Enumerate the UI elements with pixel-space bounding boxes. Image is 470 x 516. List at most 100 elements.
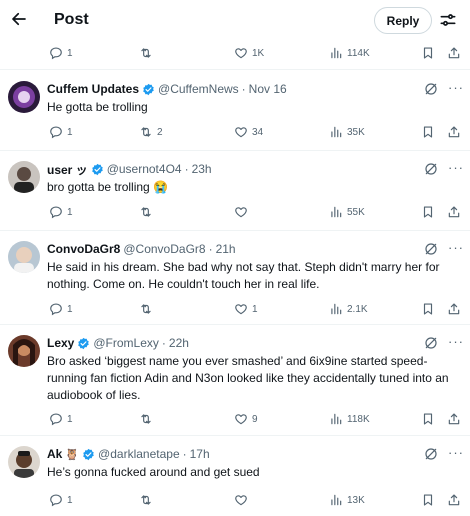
- bookmark-icon: [421, 205, 435, 219]
- views-icon: [329, 412, 343, 426]
- share-action[interactable]: [447, 411, 461, 427]
- author-name[interactable]: Lexy: [47, 336, 74, 350]
- bookmark-action[interactable]: [421, 492, 435, 508]
- reply-action[interactable]: 1: [49, 204, 73, 220]
- share-action[interactable]: [447, 492, 461, 508]
- post-time[interactable]: Nov 16: [249, 82, 287, 96]
- reply-action[interactable]: 1: [49, 45, 73, 61]
- bookmark-icon: [421, 302, 435, 316]
- like-action[interactable]: 1: [234, 301, 258, 317]
- retweet-action[interactable]: [139, 45, 157, 61]
- reply-post[interactable]: ConvoDaGr8 @ConvoDaGr8 · 21h ··· He said…: [0, 231, 470, 325]
- reply-button[interactable]: Reply: [374, 7, 432, 34]
- views-action[interactable]: 35K: [329, 124, 365, 140]
- reply-action[interactable]: 1: [49, 411, 73, 427]
- retweet-action[interactable]: [139, 301, 157, 317]
- separator-dot: ·: [161, 336, 166, 350]
- author-handle[interactable]: @CuffemNews: [158, 82, 239, 96]
- verified-badge-icon: [77, 337, 90, 350]
- grok-icon[interactable]: [423, 81, 439, 97]
- like-action[interactable]: [234, 492, 252, 508]
- bookmark-icon: [421, 46, 435, 60]
- reply-action[interactable]: 1: [49, 301, 73, 317]
- more-options-icon[interactable]: ···: [448, 335, 464, 351]
- post-time[interactable]: 22h: [169, 336, 189, 350]
- author-handle[interactable]: @ConvoDaGr8: [123, 242, 205, 256]
- separator-dot: ·: [182, 447, 187, 461]
- more-options-icon[interactable]: ···: [448, 81, 464, 97]
- grok-icon[interactable]: [423, 446, 439, 462]
- retweet-icon: [139, 46, 153, 60]
- bookmark-icon: [421, 125, 435, 139]
- views-action[interactable]: 55K: [329, 204, 365, 220]
- share-action[interactable]: [447, 301, 461, 317]
- heart-icon: [234, 125, 248, 139]
- author-name[interactable]: user ッ: [47, 161, 88, 178]
- post-time[interactable]: 21h: [216, 242, 236, 256]
- author-name[interactable]: Cuffem Updates: [47, 82, 139, 96]
- views-icon: [329, 46, 343, 60]
- views-action[interactable]: 2.1K: [329, 301, 368, 317]
- views-action[interactable]: 13K: [329, 492, 365, 508]
- avatar[interactable]: [8, 161, 40, 193]
- share-action[interactable]: [447, 45, 461, 61]
- more-options-icon[interactable]: ···: [448, 161, 464, 177]
- avatar[interactable]: [8, 335, 40, 367]
- views-action[interactable]: 118K: [329, 411, 370, 427]
- reply-action[interactable]: 1: [49, 124, 73, 140]
- bookmark-action[interactable]: [421, 204, 435, 220]
- like-action[interactable]: [234, 204, 252, 220]
- bookmark-action[interactable]: [421, 301, 435, 317]
- bookmark-action[interactable]: [421, 411, 435, 427]
- author-name[interactable]: ConvoDaGr8: [47, 242, 120, 256]
- retweet-action[interactable]: [139, 204, 157, 220]
- post-time[interactable]: 17h: [190, 447, 210, 461]
- reply-action[interactable]: 1: [49, 492, 73, 508]
- grok-icon[interactable]: [423, 335, 439, 351]
- post-time[interactable]: 23h: [192, 162, 212, 176]
- retweet-action[interactable]: [139, 411, 157, 427]
- share-icon: [447, 412, 461, 426]
- retweet-action[interactable]: 2: [139, 124, 163, 140]
- share-icon: [447, 302, 461, 316]
- post-text: bro gotta be trolling 😭: [47, 180, 169, 194]
- like-action[interactable]: 1K: [234, 45, 264, 61]
- like-action[interactable]: 9: [234, 411, 258, 427]
- reply-icon: [49, 46, 63, 60]
- avatar[interactable]: [8, 81, 40, 113]
- heart-icon: [234, 205, 248, 219]
- more-options-icon[interactable]: ···: [448, 446, 464, 462]
- author-handle[interactable]: @darklanetape: [98, 447, 180, 461]
- post-text: He said in his dream. She bad why not sa…: [47, 260, 440, 291]
- author-name[interactable]: Ak: [47, 447, 62, 461]
- author-handle[interactable]: @usernot4O4: [107, 162, 182, 176]
- avatar[interactable]: [8, 241, 40, 273]
- post-text: He gotta be trolling: [47, 100, 148, 114]
- reply-post[interactable]: Ak 🦉 @darklanetape · 17h ··· He’s gonna …: [0, 436, 470, 516]
- share-action[interactable]: [447, 124, 461, 140]
- grok-icon[interactable]: [423, 161, 439, 177]
- share-action[interactable]: [447, 204, 461, 220]
- reply-post[interactable]: Lexy @FromLexy · 22h ··· Bro asked ‘bigg…: [0, 325, 470, 436]
- back-arrow-icon[interactable]: [6, 6, 32, 32]
- heart-icon: [234, 302, 248, 316]
- grok-icon[interactable]: [423, 241, 439, 257]
- separator-dot: ·: [241, 82, 246, 96]
- retweet-action[interactable]: [139, 492, 157, 508]
- reply-icon: [49, 205, 63, 219]
- sliders-icon[interactable]: [438, 10, 458, 30]
- reply-icon: [49, 125, 63, 139]
- reply-post[interactable]: Cuffem Updates @CuffemNews · Nov 16 ··· …: [0, 71, 470, 151]
- page-title: Post: [54, 11, 89, 28]
- views-action[interactable]: 114K: [329, 45, 370, 61]
- like-action[interactable]: 34: [234, 124, 263, 140]
- bookmark-action[interactable]: [421, 45, 435, 61]
- verified-badge-icon: [142, 83, 155, 96]
- avatar[interactable]: [8, 446, 40, 478]
- views-icon: [329, 302, 343, 316]
- views-icon: [329, 125, 343, 139]
- reply-post[interactable]: user ッ @usernot4O4 · 23h ··· bro gotta b…: [0, 151, 470, 231]
- author-handle[interactable]: @FromLexy: [93, 336, 159, 350]
- bookmark-action[interactable]: [421, 124, 435, 140]
- more-options-icon[interactable]: ···: [448, 241, 464, 257]
